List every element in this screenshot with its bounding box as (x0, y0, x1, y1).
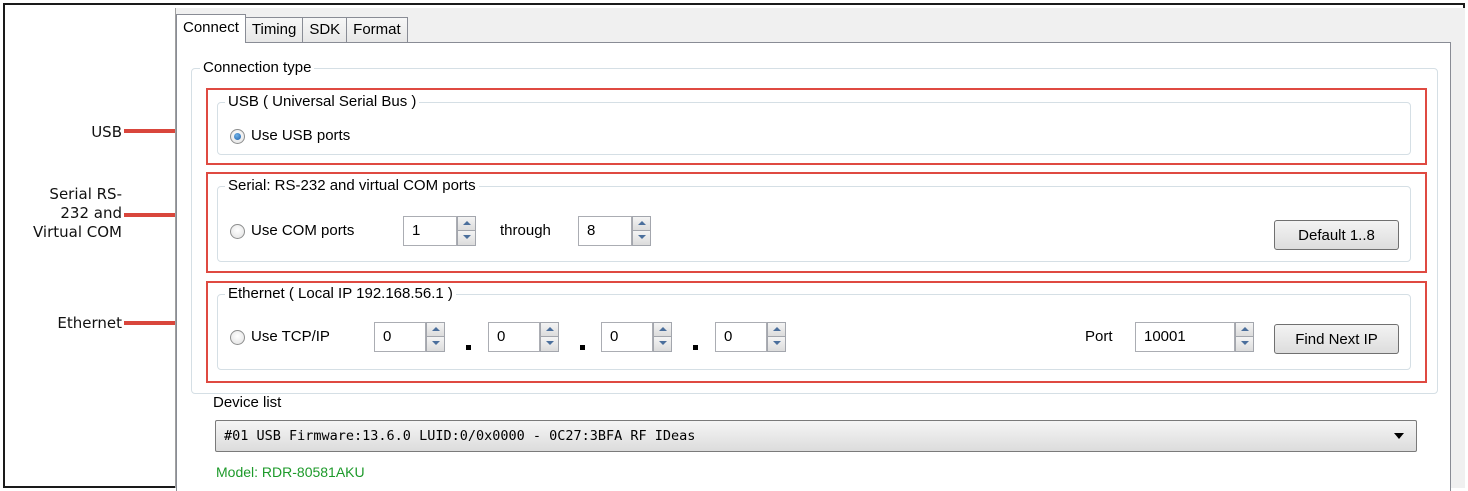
ethernet-highlight-box (206, 281, 1427, 383)
device-list-selected: #01 USB Firmware:13.6.0 LUID:0/0x0000 - … (224, 428, 696, 444)
tab-sdk[interactable]: SDK (302, 17, 348, 43)
callout-usb: USB (91, 123, 122, 141)
callout-ethernet: Ethernet (57, 314, 122, 332)
callout-serial: Serial RS- 232 and Virtual COM (32, 185, 122, 241)
tab-strip: Connect Timing SDK Format (176, 14, 408, 43)
device-list-label: Device list (213, 394, 282, 411)
tab-connect[interactable]: Connect (176, 14, 246, 43)
tab-timing[interactable]: Timing (244, 17, 304, 43)
device-list-dropdown[interactable]: #01 USB Firmware:13.6.0 LUID:0/0x0000 - … (215, 420, 1417, 452)
model-label: Model: RDR-80581AKU (216, 464, 365, 480)
connection-type-label: Connection type (200, 58, 315, 78)
chevron-down-icon[interactable] (1394, 433, 1404, 439)
usb-highlight-box (206, 88, 1427, 165)
tab-format[interactable]: Format (346, 17, 408, 43)
serial-highlight-box (206, 172, 1427, 273)
